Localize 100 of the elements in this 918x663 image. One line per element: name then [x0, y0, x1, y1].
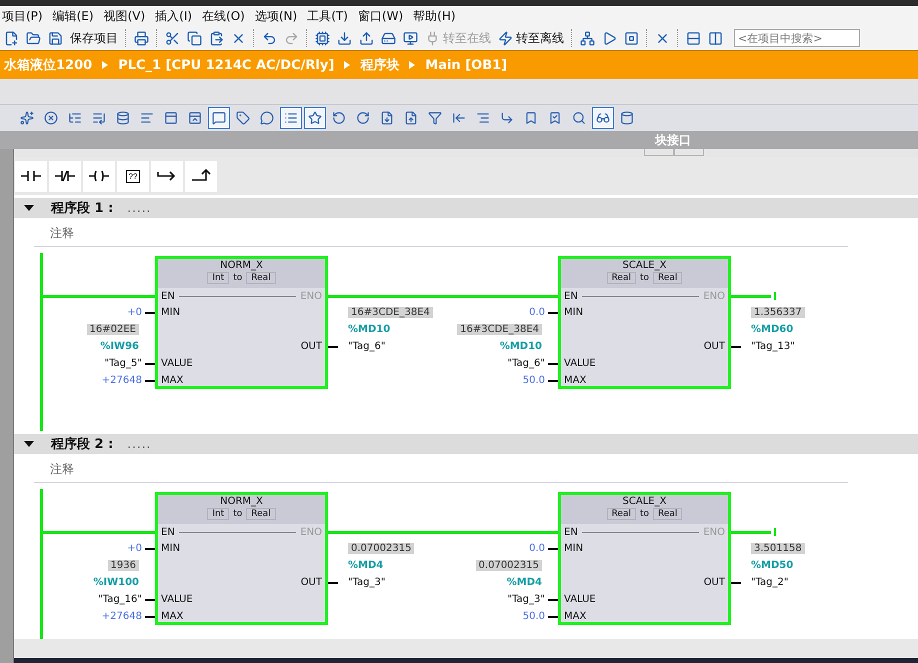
corner-arrow-icon [500, 111, 514, 125]
instruction-button[interactable] [49, 160, 81, 192]
lightning-icon [498, 30, 513, 46]
list-icon [284, 111, 298, 125]
data-type[interactable]: Real [246, 508, 276, 520]
coil-icon [88, 168, 110, 184]
network-title: 程序段 2 : [51, 436, 114, 453]
toolbar-button[interactable] [208, 107, 230, 129]
pin-label: MAX [161, 611, 184, 622]
monitor-value: 16#3CDE_38E4 [348, 307, 433, 318]
pin-label: VALUE [564, 594, 596, 605]
save-icon [48, 30, 63, 46]
pin-label: MIN [564, 543, 584, 554]
rows-icon [686, 30, 701, 46]
columns-icon [708, 30, 723, 46]
menu-item[interactable]: 编辑(E) [50, 8, 101, 24]
toolbar-button[interactable] [280, 107, 302, 129]
monitor-value: 16#02EE [86, 324, 139, 335]
menu-item[interactable]: 帮助(H) [411, 8, 463, 24]
monitor-value: 3.501158 [751, 543, 805, 554]
toolbar-button[interactable]: 转至离线 [496, 28, 566, 48]
redo-icon [284, 30, 299, 46]
instruction-button[interactable] [185, 160, 217, 192]
pin-label: EN [161, 290, 175, 302]
menu-item[interactable]: 工具(T) [305, 8, 355, 24]
menu-item[interactable]: 插入(I) [153, 8, 200, 24]
operand-address: %IW100 [93, 577, 139, 588]
bookmark-icon [524, 111, 538, 125]
plug-icon [425, 30, 440, 46]
circle-x-icon [44, 111, 58, 125]
rotate-left-icon [332, 111, 346, 125]
contact-icon [20, 168, 42, 184]
data-type[interactable]: Real [606, 272, 636, 284]
type-separator: to [233, 273, 242, 283]
instruction-button[interactable]: ?? [117, 160, 149, 192]
pin-label: MAX [564, 375, 586, 386]
instruction-button[interactable] [83, 160, 115, 192]
download-icon [337, 30, 352, 46]
list-tree-icon [68, 111, 82, 125]
function-block[interactable]: NORM_X Int to Real EN ENO MIN OUT VALUE MAX [155, 492, 328, 625]
power-wire [731, 294, 771, 298]
data-type[interactable]: Real [653, 508, 682, 520]
network-name-field[interactable]: ..... [127, 201, 152, 215]
menu-item[interactable]: 项目(P) [0, 8, 50, 24]
operand-address: %MD50 [751, 560, 794, 571]
instruction-button[interactable] [15, 160, 47, 192]
pin-label: MIN [161, 543, 180, 554]
block-name: NORM_X [220, 496, 263, 507]
splitter-handle[interactable] [644, 149, 674, 156]
search-field[interactable]: <在项目中搜索> [734, 29, 860, 47]
upload-icon [359, 30, 374, 46]
chevron-icon [409, 61, 416, 69]
scissors-icon [165, 30, 180, 46]
operand-address: %IW96 [100, 341, 139, 352]
pin-label: OUT [300, 577, 322, 588]
function-block[interactable]: NORM_X Int to Real EN ENO MIN OUT VALUE MAX [155, 256, 328, 389]
function-block[interactable]: SCALE_X Real to Real EN ENO MIN OUT VALUE MAX [558, 492, 731, 625]
network-icon [580, 30, 595, 46]
pin-label: VALUE [161, 358, 193, 369]
pin-label: MIN [161, 307, 180, 318]
drive-icon [381, 30, 396, 46]
new-file-icon [4, 30, 19, 46]
data-type[interactable]: Real [653, 272, 682, 284]
toolbar-button[interactable] [304, 107, 326, 129]
splitter-handle[interactable] [674, 149, 704, 156]
data-type[interactable]: Real [606, 508, 636, 520]
data-type[interactable]: Int [207, 508, 230, 520]
arrow-left-icon [452, 111, 466, 125]
filter-icon [428, 111, 442, 125]
toolbar-button[interactable] [592, 107, 614, 129]
network-comment[interactable]: 注释 [50, 224, 74, 242]
panel-icon [164, 111, 178, 125]
glasses-icon [596, 111, 610, 125]
menu-item[interactable]: 视图(V) [102, 8, 152, 24]
function-block[interactable]: SCALE_X Real to Real EN ENO MIN OUT VALUE MAX [558, 256, 731, 389]
cylinder-icon [620, 111, 634, 125]
power-wire [731, 530, 771, 534]
copy-icon [187, 30, 202, 46]
save-button[interactable]: 保存项目 [68, 28, 120, 48]
menu-item[interactable]: 窗口(W) [356, 8, 410, 24]
chevron-icon [344, 61, 350, 69]
network-comment[interactable]: 注释 [50, 460, 74, 478]
data-type[interactable]: Real [246, 272, 276, 284]
tag-name: "Tag_5" [104, 358, 142, 369]
menu-item[interactable]: 在线(O) [200, 8, 252, 24]
menu-item[interactable]: 选项(N) [252, 8, 304, 24]
data-type[interactable]: Int [207, 272, 230, 284]
play-icon [602, 30, 617, 46]
instruction-button[interactable] [151, 160, 183, 192]
chevron-icon [102, 61, 108, 69]
tag-name: "Tag_2" [751, 577, 788, 588]
monitor-icon [403, 30, 418, 46]
constant-value: 0.0 [529, 307, 545, 318]
network-name-field[interactable]: ..... [127, 437, 152, 451]
operand-address: %MD10 [348, 324, 390, 335]
empty-box-icon: ?? [126, 170, 140, 182]
operand-address: %MD10 [500, 341, 542, 352]
monitor-value: 16#3CDE_38E4 [457, 324, 542, 335]
list-end-icon [92, 111, 106, 125]
speech-bubble-icon [212, 111, 226, 125]
